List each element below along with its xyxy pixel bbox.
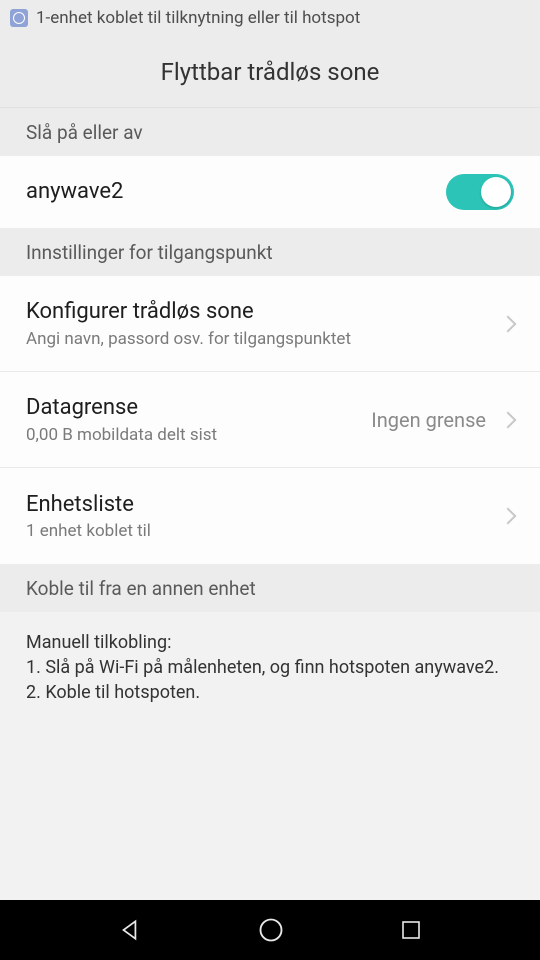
row-hotspot-toggle: anywave2 — [0, 156, 540, 228]
ap-list: Konfigurer trådløs sone Angi navn, passo… — [0, 276, 540, 564]
section-header-connect: Koble til fra en annen enhet — [0, 564, 540, 612]
switch-knob — [481, 177, 511, 207]
toggle-list: anywave2 — [0, 156, 540, 228]
section-header-toggle: Slå på eller av — [0, 108, 540, 156]
nav-home-button[interactable] — [257, 916, 285, 944]
page-title: Flyttbar trådløs sone — [161, 58, 380, 86]
nav-back-button[interactable] — [117, 917, 143, 943]
chevron-right-icon — [500, 508, 517, 525]
notif-text: 1-enhet koblet til tilknytning eller til… — [36, 8, 360, 28]
hotspot-switch[interactable] — [446, 174, 514, 210]
section-header-ap: Innstillinger for tilgangspunkt — [0, 228, 540, 276]
row-configure-hotspot[interactable]: Konfigurer trådløs sone Angi navn, passo… — [0, 276, 540, 372]
devices-title: Enhetsliste — [26, 491, 502, 520]
devices-sub: 1 enhet koblet til — [26, 521, 502, 541]
configure-title: Konfigurer trådløs sone — [26, 298, 502, 327]
datalimit-sub: 0,00 B mobildata delt sist — [26, 425, 371, 445]
datalimit-title: Datagrense — [26, 394, 371, 423]
hotspot-ssid: anywave2 — [26, 178, 446, 207]
settings-screen: 1-enhet koblet til tilknytning eller til… — [0, 0, 540, 960]
chevron-right-icon — [500, 315, 517, 332]
instructions-step2: 2. Koble til hotspoten. — [26, 680, 514, 705]
instructions-heading: Manuell tilkobling: — [26, 630, 514, 655]
title-bar: Flyttbar trådløs sone — [0, 36, 540, 108]
nav-bar — [0, 900, 540, 960]
configure-sub: Angi navn, passord osv. for tilgangspunk… — [26, 329, 502, 349]
row-device-list[interactable]: Enhetsliste 1 enhet koblet til — [0, 468, 540, 564]
manual-instructions: Manuell tilkobling: 1. Slå på Wi-Fi på m… — [0, 612, 540, 724]
hotspot-notif-icon — [10, 9, 28, 27]
instructions-step1: 1. Slå på Wi-Fi på målenheten, og finn h… — [26, 655, 514, 680]
nav-recent-button[interactable] — [399, 918, 423, 942]
notification-bar[interactable]: 1-enhet koblet til tilknytning eller til… — [0, 0, 540, 36]
row-data-limit[interactable]: Datagrense 0,00 B mobildata delt sist In… — [0, 372, 540, 468]
chevron-right-icon — [500, 411, 517, 428]
datalimit-value: Ingen grense — [371, 408, 486, 432]
